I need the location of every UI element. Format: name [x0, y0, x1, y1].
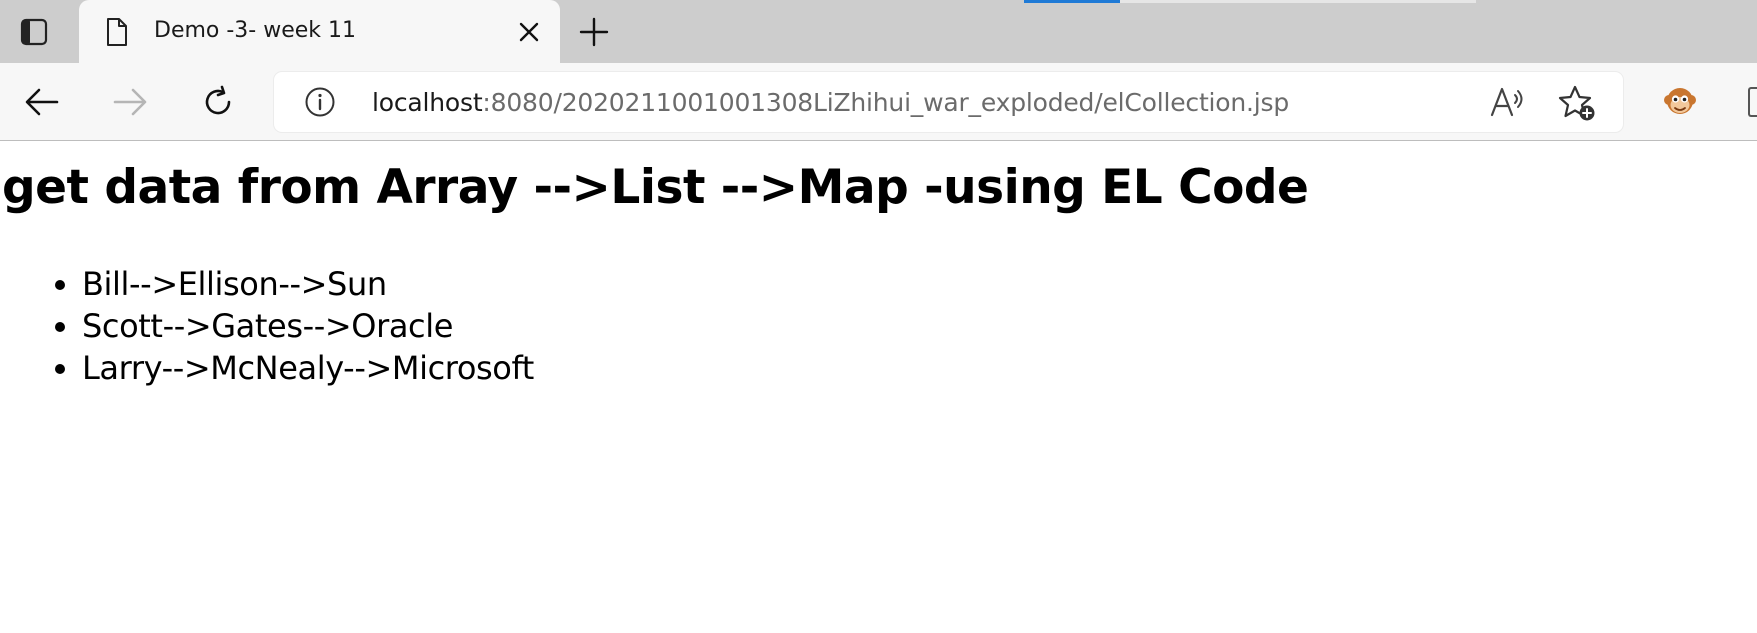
- page-icon: [107, 18, 127, 46]
- tab-actions-button[interactable]: [10, 12, 58, 52]
- tab-actions-icon: [20, 18, 48, 46]
- list-item: Bill-->Ellison-->Sun: [82, 263, 534, 305]
- page-content: get data from Array -->List -->Map -usin…: [0, 142, 1757, 633]
- tab-strip: Demo -3- week 11: [0, 0, 1757, 63]
- new-tab-button[interactable]: [572, 12, 616, 52]
- page-heading: get data from Array -->List -->Map -usin…: [2, 160, 1309, 215]
- refresh-icon: [205, 85, 231, 115]
- favorite-add-icon[interactable]: [1557, 84, 1597, 122]
- list-item: Scott-->Gates-->Oracle: [82, 305, 534, 347]
- read-aloud-icon[interactable]: [1489, 85, 1525, 119]
- toolbar: localhost:8080/2020211001001308LiZhihui_…: [0, 63, 1757, 141]
- forward-button[interactable]: [105, 77, 155, 127]
- tab-title: Demo -3- week 11: [154, 18, 357, 43]
- url-path: :8080/2020211001001308LiZhihui_war_explo…: [482, 88, 1290, 117]
- forward-arrow-icon: [113, 88, 147, 116]
- address-bar[interactable]: localhost:8080/2020211001001308LiZhihui_…: [274, 72, 1623, 132]
- info-icon[interactable]: [304, 86, 336, 118]
- back-arrow-icon: [25, 88, 59, 116]
- loading-indicator: [1024, 0, 1120, 3]
- monkey-extension-icon[interactable]: [1663, 85, 1697, 119]
- tab-close-button[interactable]: [514, 17, 544, 47]
- refresh-button[interactable]: [193, 77, 243, 127]
- tab-active[interactable]: Demo -3- week 11: [79, 0, 560, 63]
- url-host: localhost: [372, 88, 483, 117]
- url-text[interactable]: localhost:8080/2020211001001308LiZhihui_…: [372, 88, 1289, 117]
- list-item: Larry-->McNealy-->Microsoft: [82, 347, 534, 389]
- plus-icon: [579, 17, 609, 47]
- extensions-overflow-button[interactable]: [1748, 87, 1757, 117]
- close-icon: [519, 22, 539, 42]
- back-button[interactable]: [17, 77, 67, 127]
- loading-track: [1120, 0, 1476, 3]
- result-list: Bill-->Ellison-->Sun Scott-->Gates-->Ora…: [0, 263, 534, 389]
